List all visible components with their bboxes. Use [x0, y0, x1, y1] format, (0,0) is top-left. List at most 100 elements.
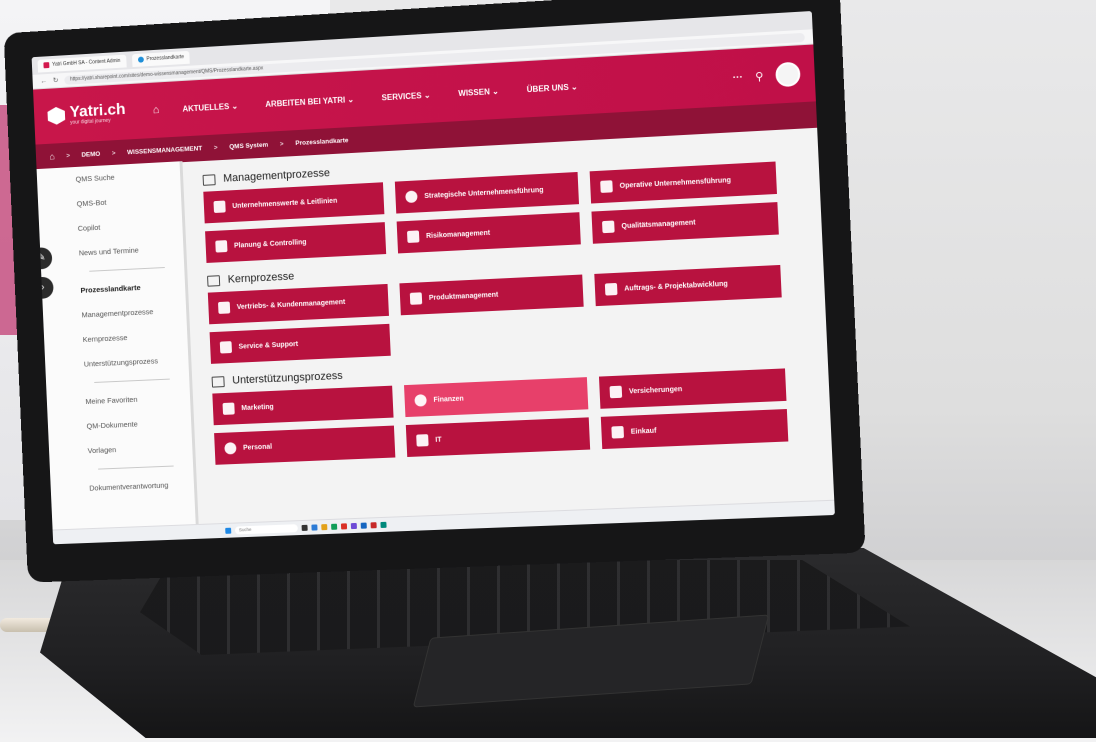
more-menu[interactable]: ···: [732, 71, 743, 83]
app-icon[interactable]: [351, 523, 357, 529]
windows-start-icon[interactable]: [225, 528, 231, 534]
tile-label: Einkauf: [631, 427, 657, 435]
tile-label: Versicherungen: [629, 386, 683, 395]
tile-label: Operative Unternehmensführung: [619, 177, 731, 190]
sidebar-item-unterstuetzung[interactable]: Unterstützungsprozess: [45, 347, 189, 378]
avatar[interactable]: [775, 62, 801, 88]
search-icon[interactable]: ⚲: [755, 69, 764, 83]
tile-label: Auftrags- & Projektabwicklung: [624, 280, 728, 292]
cart-icon: [611, 426, 624, 439]
taskbar-search[interactable]: Suche: [235, 524, 298, 534]
nav-aktuelles[interactable]: AKTUELLES ⌄: [182, 101, 238, 113]
tab-favicon-icon: [138, 57, 144, 63]
laptop-lid: Yatri GmbH SA - Content Admin Prozesslan…: [4, 0, 866, 583]
section-terminal-icon: [212, 376, 225, 387]
site-logo[interactable]: Yatri.ch your digital journey: [47, 101, 126, 127]
tile-label: Finanzen: [433, 395, 464, 403]
tile-einkauf[interactable]: Einkauf: [601, 409, 789, 449]
app-icon[interactable]: [341, 523, 347, 529]
tile-versicherungen[interactable]: Versicherungen: [599, 368, 787, 408]
tile-label: Risikomanagement: [426, 229, 490, 239]
lightning-icon: [407, 230, 419, 243]
tile-personal[interactable]: Personal: [214, 426, 395, 465]
page-content: ✎ › QMS Suche QMS-Bot Copilot News und T…: [37, 127, 835, 531]
tile-label: Qualitätsmanagement: [621, 219, 695, 230]
sidebar: ✎ › QMS Suche QMS-Bot Copilot News und T…: [37, 161, 199, 530]
section-title-text: Unterstützungsprozess: [232, 370, 343, 387]
browser-tab-active[interactable]: Prozesslandkarte: [132, 50, 190, 66]
tile-strategische-fuehrung[interactable]: Strategische Unternehmensführung: [395, 172, 579, 214]
chevron-right-icon: >: [112, 150, 116, 157]
sidebar-item-dokumentverantwortung[interactable]: Dokumentverantwortung: [50, 472, 194, 502]
section-title-text: Managementprozesse: [223, 167, 330, 185]
breadcrumb-item[interactable]: WISSENSMANAGEMENT: [127, 145, 202, 156]
app-icon[interactable]: [371, 522, 377, 528]
cube-logo-icon: [47, 106, 65, 125]
sidebar-item-vorlagen[interactable]: Vorlagen: [49, 434, 193, 465]
tile-label: Service & Support: [238, 341, 298, 351]
certificate-icon: [602, 221, 615, 234]
chevron-right-icon: >: [280, 140, 284, 147]
tile-operative-fuehrung[interactable]: Operative Unternehmensführung: [590, 162, 777, 204]
reload-icon[interactable]: ↻: [53, 76, 59, 84]
breadcrumb-item[interactable]: Prozesslandkarte: [295, 137, 348, 147]
app-icon[interactable]: [321, 524, 327, 530]
tile-label: Personal: [243, 443, 272, 451]
boxes-icon: [410, 292, 422, 305]
tile-marketing[interactable]: Marketing: [212, 386, 393, 426]
tile-planung-controlling[interactable]: Planung & Controlling: [205, 222, 386, 263]
section-chevron-icon: [207, 275, 220, 287]
divider: [89, 267, 165, 272]
nav-arbeiten[interactable]: ARBEITEN BEI YATRI ⌄: [265, 95, 354, 109]
section-people-icon: [203, 174, 216, 186]
back-arrow-icon[interactable]: ←: [40, 77, 47, 84]
tile-finanzen[interactable]: Finanzen: [404, 377, 588, 417]
computer-icon: [416, 434, 428, 446]
tile-label: Vertriebs- & Kundenmanagement: [237, 298, 346, 310]
megaphone-icon: [223, 403, 235, 415]
gauge-icon: [215, 240, 227, 252]
section-title-text: Kernprozesse: [227, 271, 294, 286]
tile-it[interactable]: IT: [406, 417, 590, 457]
target-icon: [405, 190, 417, 203]
tab-label: Prozesslandkarte: [146, 54, 184, 62]
tile-produktmanagement[interactable]: Produktmanagement: [399, 275, 583, 316]
nav-wissen[interactable]: WISSEN ⌄: [458, 86, 499, 97]
tile-service-support[interactable]: Service & Support: [210, 324, 391, 364]
breadcrumb-home-icon[interactable]: ⌂: [49, 151, 55, 161]
nav-services[interactable]: SERVICES ⌄: [381, 90, 430, 102]
chevron-right-icon: >: [66, 152, 70, 159]
process-map: Managementprozesse Unternehmenswerte & L…: [182, 127, 834, 525]
tile-label: IT: [435, 436, 442, 443]
app-icon[interactable]: [331, 524, 337, 530]
app-icon[interactable]: [361, 523, 367, 529]
tile-risikomanagement[interactable]: Risikomanagement: [397, 212, 581, 253]
people-icon: [224, 442, 236, 454]
tasks-icon: [605, 283, 618, 296]
coin-icon: [414, 394, 426, 406]
tools-icon: [220, 341, 232, 353]
home-icon[interactable]: ⌂: [152, 104, 159, 116]
tile-label: Planung & Controlling: [234, 239, 307, 250]
nav-ueber-uns[interactable]: ÜBER UNS ⌄: [527, 82, 578, 94]
chevron-right-icon: >: [214, 144, 218, 151]
breadcrumb-item[interactable]: DEMO: [81, 150, 100, 158]
app-icon[interactable]: [311, 524, 317, 530]
tab-favicon-icon: [43, 62, 49, 68]
tile-auftragsabwicklung[interactable]: Auftrags- & Projektabwicklung: [594, 265, 781, 306]
app-icon[interactable]: [302, 525, 308, 531]
shield-card-icon: [610, 386, 623, 399]
cogs-icon: [600, 180, 613, 193]
tile-qualitaetsmanagement[interactable]: Qualitätsmanagement: [591, 202, 778, 244]
divider: [94, 379, 170, 383]
tile-label: Marketing: [241, 403, 274, 411]
tile-label: Strategische Unternehmensführung: [424, 186, 544, 199]
tile-label: Produktmanagement: [429, 291, 499, 301]
gears-icon: [213, 201, 225, 213]
app-icon[interactable]: [380, 522, 386, 528]
breadcrumb-item[interactable]: QMS System: [229, 141, 268, 150]
divider: [98, 466, 174, 470]
tile-vertrieb[interactable]: Vertriebs- & Kundenmanagement: [208, 284, 389, 324]
tile-unternehmenswerte[interactable]: Unternehmenswerte & Leitlinien: [203, 182, 384, 223]
laptop-screen: Yatri GmbH SA - Content Admin Prozesslan…: [32, 11, 835, 544]
